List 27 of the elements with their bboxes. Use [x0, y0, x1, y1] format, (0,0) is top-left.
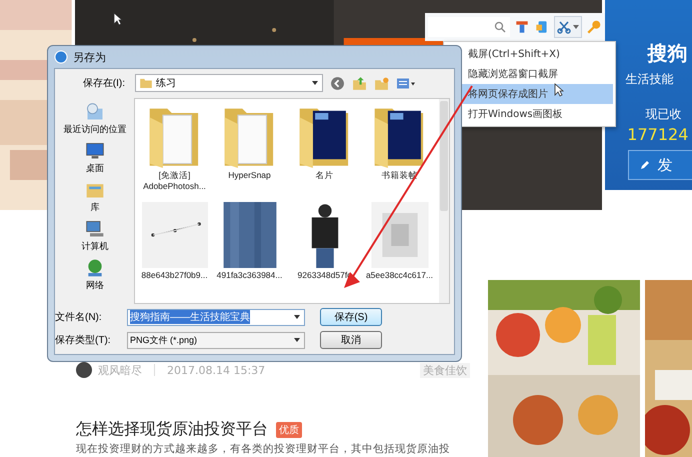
place-item[interactable]: 网络: [59, 258, 131, 292]
article-title[interactable]: 怎样选择现货原油投资平台: [76, 419, 268, 440]
file-item[interactable]: 88e643b27f0b9...: [137, 202, 212, 302]
panel-title: 搜狗: [647, 40, 688, 67]
post-time: 2017.08.14 15:37: [167, 364, 266, 376]
file-type-dropdown[interactable]: PNG文件 (*.png): [127, 332, 305, 348]
computer-icon: [85, 219, 105, 239]
filename-label: 文件名(N):: [55, 310, 103, 324]
caret-icon: [294, 338, 300, 342]
article-excerpt: 现在投资理财的方式越来越多，有各类的投资理财平台，其中包括现货原油投: [76, 443, 450, 455]
file-item[interactable]: 9263348d57fc: [287, 202, 362, 302]
file-item[interactable]: 491fa3c363984...: [212, 202, 287, 302]
cancel-button[interactable]: 取消: [320, 331, 382, 349]
file-type-label: 保存类型(T):: [55, 334, 112, 347]
pencil-icon: [639, 159, 652, 171]
avatar-icon: [76, 362, 92, 378]
quality-badge: 优质: [276, 422, 302, 438]
file-item[interactable]: a5ee38cc4c617...: [362, 202, 437, 302]
app-icon: [54, 50, 68, 64]
publish-button[interactable]: 发: [628, 150, 692, 180]
filename-field[interactable]: 搜狗指南——生活技能宝典: [127, 308, 305, 326]
count-number: 177124: [627, 125, 688, 144]
count-label: 现已收: [645, 106, 682, 123]
caret-icon: [294, 315, 300, 319]
panel-subtitle: 生活技能: [625, 71, 674, 88]
place-item[interactable]: 计算机: [59, 219, 131, 253]
save-button[interactable]: 保存(S): [320, 308, 382, 326]
